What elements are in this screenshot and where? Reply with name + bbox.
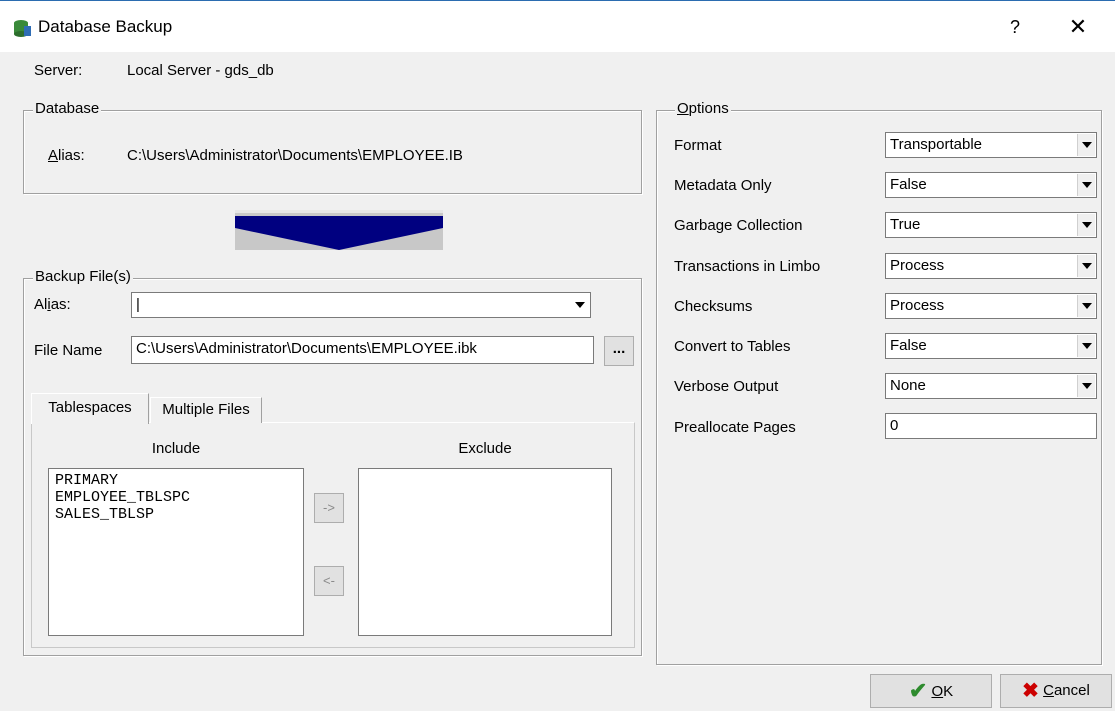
chevron-down-icon[interactable] xyxy=(571,294,589,316)
tab-tablespaces[interactable]: Tablespaces xyxy=(31,393,149,424)
move-left-button[interactable]: <- xyxy=(314,566,344,596)
list-item[interactable]: PRIMARY xyxy=(55,472,297,489)
metadata-only-combo[interactable]: False xyxy=(885,172,1097,198)
option-label-garbage-collection: Garbage Collection xyxy=(674,217,803,234)
close-button[interactable]: ✕ xyxy=(1060,12,1096,42)
database-alias-value: C:\Users\Administrator\Documents\EMPLOYE… xyxy=(127,147,463,164)
list-item[interactable]: SALES_TBLSP xyxy=(55,506,297,523)
chevron-down-icon[interactable] xyxy=(1077,255,1095,277)
include-header: Include xyxy=(151,440,201,457)
list-item[interactable]: EMPLOYEE_TBLSPC xyxy=(55,489,297,506)
server-value: Local Server - gds_db xyxy=(127,62,274,79)
file-name-label: File Name xyxy=(34,342,103,359)
x-icon: ✖ xyxy=(1022,680,1039,702)
chevron-down-icon[interactable] xyxy=(1077,214,1095,236)
down-arrow-icon xyxy=(235,210,443,250)
chevron-down-icon[interactable] xyxy=(1077,375,1095,397)
option-label-verbose-output: Verbose Output xyxy=(674,378,779,395)
verbose-output-combo[interactable]: None xyxy=(885,373,1097,399)
include-list[interactable]: PRIMARY EMPLOYEE_TBLSPC SALES_TBLSP xyxy=(48,468,304,636)
chevron-down-icon[interactable] xyxy=(1077,134,1095,156)
transactions-in-limbo-combo[interactable]: Process xyxy=(885,253,1097,279)
file-name-input[interactable]: C:\Users\Administrator\Documents\EMPLOYE… xyxy=(131,336,594,364)
help-button[interactable]: ? xyxy=(1000,12,1030,42)
preallocate-pages-input[interactable]: 0 xyxy=(885,413,1097,439)
tab-multiple-files[interactable]: Multiple Files xyxy=(150,397,262,423)
database-alias-label: Alias: xyxy=(48,147,85,164)
format-combo[interactable]: Transportable xyxy=(885,132,1097,158)
title-bar: Database Backup ? ✕ xyxy=(0,0,1115,52)
exclude-list[interactable] xyxy=(358,468,612,636)
backup-alias-combo[interactable]: | xyxy=(131,292,591,318)
server-label: Server: xyxy=(34,62,83,79)
database-app-icon xyxy=(14,20,31,37)
chevron-down-icon[interactable] xyxy=(1077,335,1095,357)
chevron-down-icon[interactable] xyxy=(1077,295,1095,317)
cancel-button[interactable]: ✖ Cancel xyxy=(1000,674,1112,708)
checkmark-icon: ✔ xyxy=(908,678,928,703)
option-label-transactions-in-limbo: Transactions in Limbo xyxy=(674,258,821,275)
move-right-button[interactable]: -> xyxy=(314,493,344,523)
exclude-header: Exclude xyxy=(458,440,512,457)
window-title: Database Backup xyxy=(38,17,173,36)
option-label-metadata-only: Metadata Only xyxy=(674,177,772,194)
option-label-format: Format xyxy=(674,137,722,154)
backup-files-legend: Backup File(s) xyxy=(33,268,133,285)
option-label-preallocate-pages: Preallocate Pages xyxy=(674,419,796,436)
garbage-collection-combo[interactable]: True xyxy=(885,212,1097,238)
option-label-checksums: Checksums xyxy=(674,298,753,315)
chevron-down-icon[interactable] xyxy=(1077,174,1095,196)
option-label-convert-to-tables: Convert to Tables xyxy=(674,338,791,355)
backup-alias-label: Alias: xyxy=(34,296,71,313)
options-legend: Options xyxy=(675,100,731,117)
database-legend: Database xyxy=(33,100,102,117)
convert-to-tables-combo[interactable]: False xyxy=(885,333,1097,359)
checksums-combo[interactable]: Process xyxy=(885,293,1097,319)
ok-button[interactable]: ✔ OK xyxy=(870,674,992,708)
browse-button[interactable]: ... xyxy=(604,336,634,366)
